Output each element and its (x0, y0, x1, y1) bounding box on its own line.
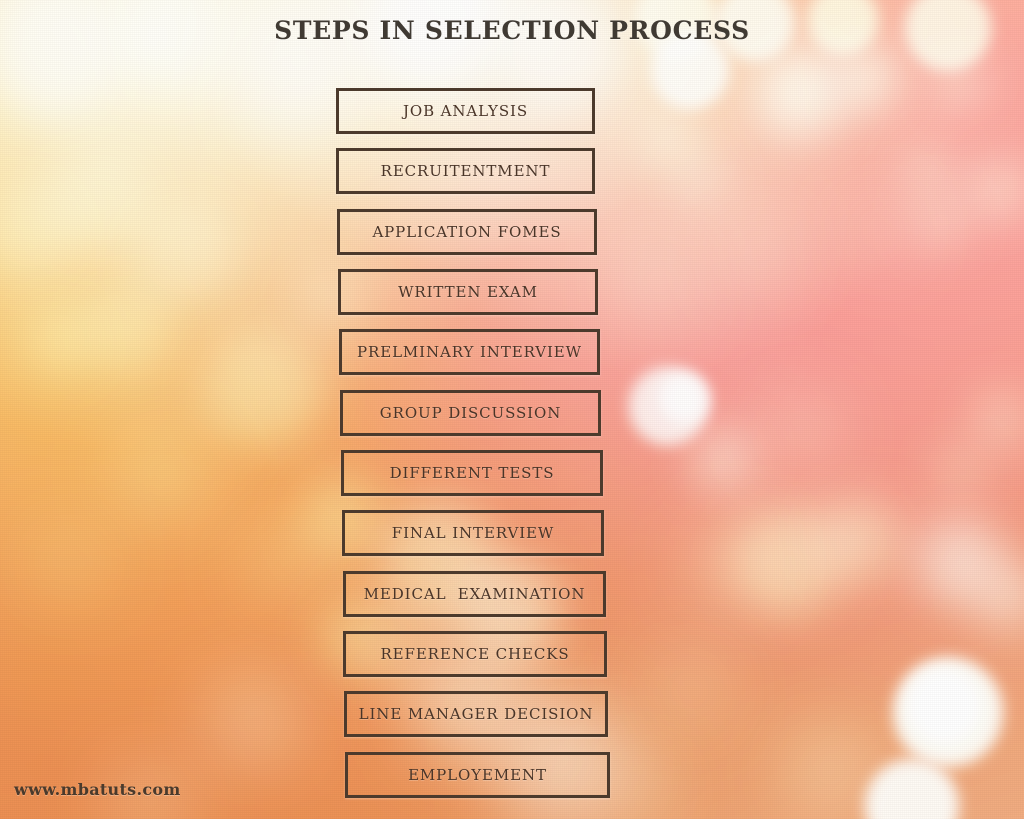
process-step-box: WRITTEN EXAM (338, 269, 598, 315)
poster-content: STEPS IN SELECTION PROCESS JOB ANALYSIS R… (0, 0, 1024, 819)
process-step-label: EMPLOYEMENT (408, 766, 547, 784)
process-step-label: LINE MANAGER DECISION (358, 705, 594, 723)
poster-canvas: STEPS IN SELECTION PROCESS JOB ANALYSIS R… (0, 0, 1024, 819)
watermark-url: www.mbatuts.com (14, 780, 181, 799)
selection-process-flow: JOB ANALYSIS RECRUITENTMENT APPLICATION FO… (0, 88, 1024, 808)
process-step-box: MEDICAL EXAMINATION (343, 571, 606, 617)
process-step-label: MEDICAL EXAMINATION (363, 585, 586, 603)
process-step-label: DIFFERENT TESTS (389, 464, 555, 482)
page-title: STEPS IN SELECTION PROCESS (274, 16, 750, 45)
process-step-box: PRELMINARY INTERVIEW (339, 329, 600, 375)
process-step-label: APPLICATION FOMES (372, 223, 562, 241)
process-step-box: DIFFERENT TESTS (341, 450, 603, 496)
process-step-box: LINE MANAGER DECISION (344, 691, 608, 737)
process-step-label: FINAL INTERVIEW (391, 524, 555, 542)
process-step-box: EMPLOYEMENT (345, 752, 610, 798)
process-step-label: GROUP DISCUSSION (379, 404, 562, 422)
process-step-box: FINAL INTERVIEW (342, 510, 604, 556)
process-step-label: RECRUITENTMENT (380, 162, 551, 180)
process-step-box: REFERENCE CHECKS (343, 631, 607, 677)
process-step-box: GROUP DISCUSSION (340, 390, 601, 436)
process-step-label: PRELMINARY INTERVIEW (357, 343, 582, 361)
process-step-label: REFERENCE CHECKS (380, 645, 570, 663)
process-step-label: WRITTEN EXAM (398, 283, 538, 301)
process-step-box: RECRUITENTMENT (336, 148, 595, 194)
process-step-box: JOB ANALYSIS (336, 88, 595, 134)
process-step-label: JOB ANALYSIS (402, 102, 529, 120)
process-step-box: APPLICATION FOMES (337, 209, 597, 255)
